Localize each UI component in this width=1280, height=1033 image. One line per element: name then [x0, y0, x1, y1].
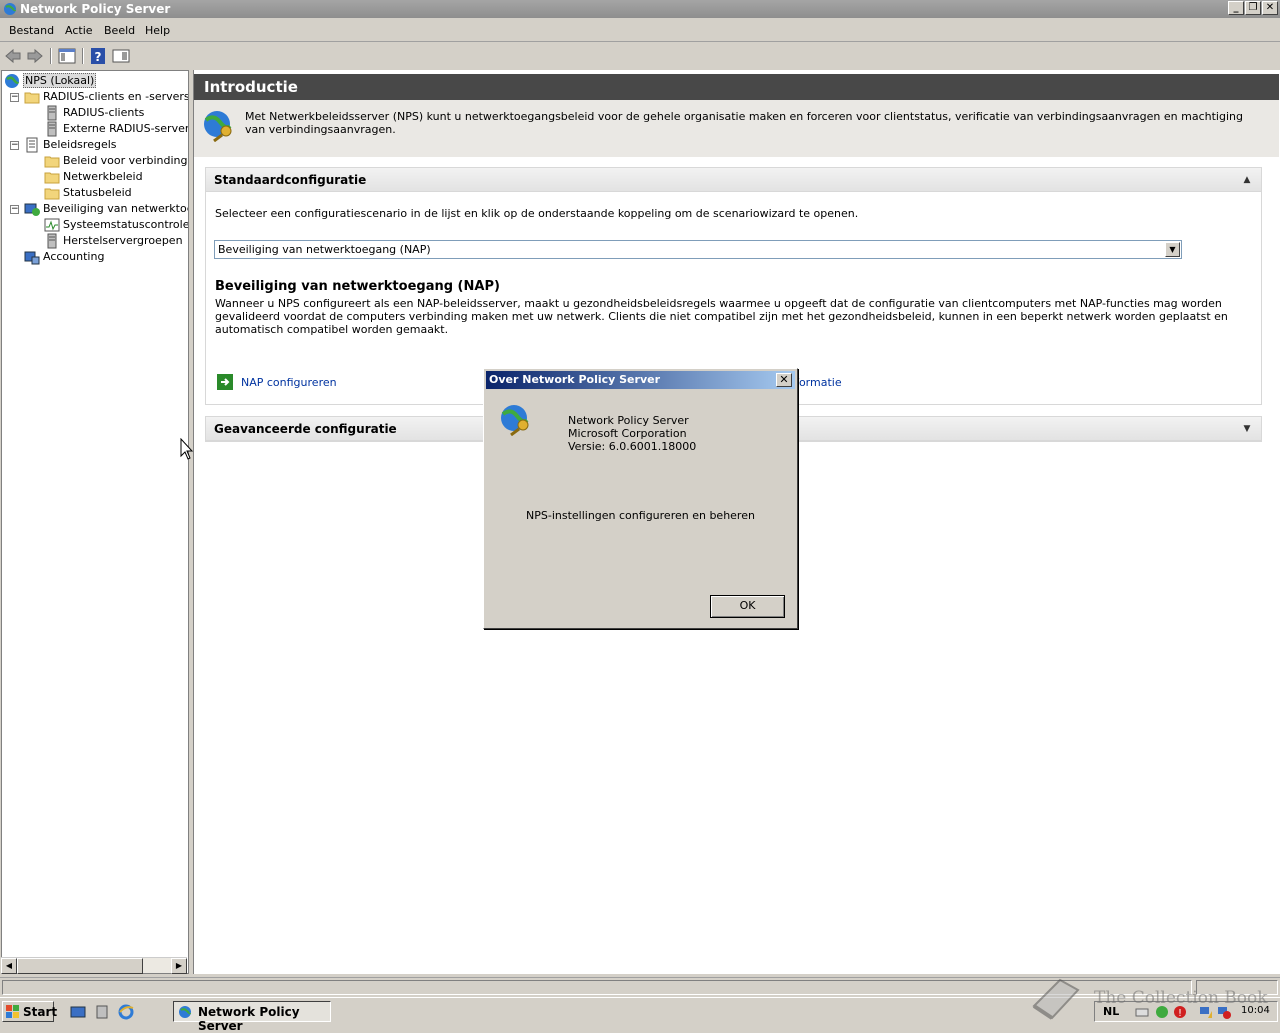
tree-label: Herstelservergroepen: [63, 234, 183, 247]
standard-config-description: Selecteer een configuratiescenario in de…: [215, 207, 859, 220]
scroll-thumb[interactable]: [17, 958, 143, 974]
dropdown-arrow-icon[interactable]: ▼: [1165, 242, 1180, 257]
start-label: Start: [23, 1005, 58, 1019]
intro-header: Introductie: [194, 74, 1279, 100]
tree-label: RADIUS-clients: [63, 106, 145, 119]
back-arrow-icon[interactable]: [3, 47, 23, 65]
version-text: Versie: 6.0.6001.18000: [568, 440, 697, 453]
advanced-config-title: Geavanceerde configuratie: [214, 422, 397, 436]
menu-help[interactable]: Help: [145, 24, 170, 37]
product-description: NPS-instellingen configureren en beheren: [526, 509, 755, 522]
standard-config-header[interactable]: Standaardconfiguratie ▲: [206, 168, 1261, 192]
server-manager-icon[interactable]: [94, 1004, 110, 1020]
folder-icon: [24, 92, 40, 104]
svg-text:!: !: [1178, 1008, 1182, 1019]
nap-heading: Beveiliging van netwerktoegang (NAP): [215, 279, 500, 294]
expand-icon[interactable]: ▼: [1240, 422, 1254, 436]
policy-icon: [26, 137, 38, 153]
tree-label: Beleidsregels: [43, 138, 117, 151]
tree-label: Beveiliging van netwerktoegan: [43, 202, 188, 215]
expand-toggle[interactable]: −: [10, 141, 19, 150]
menu-view[interactable]: Beeld: [104, 24, 135, 37]
title-bar[interactable]: Network Policy Server _ ❐ ✕: [0, 0, 1280, 18]
console-tree[interactable]: NPS (Lokaal) − RADIUS-clients en -server…: [1, 70, 189, 974]
intro-text: Met Netwerkbeleidsserver (NPS) kunt u ne…: [245, 110, 1243, 136]
globe-icon: [5, 74, 20, 88]
collapse-icon[interactable]: ▲: [1240, 173, 1254, 187]
scenario-select[interactable]: Beveiliging van netwerktoegang (NAP) ▼: [214, 240, 1182, 259]
health-monitor-icon: [44, 218, 60, 232]
tree-label: NPS (Lokaal): [23, 73, 97, 88]
tree-label: Beleid voor verbindingsaa: [63, 154, 188, 167]
book-logo-icon: [1032, 978, 1080, 1020]
standard-config-title: Standaardconfiguratie: [214, 173, 367, 187]
tree-label: RADIUS-clients en -servers: [43, 90, 189, 103]
toolbar-separator: [82, 48, 84, 64]
status-bar: [0, 977, 1280, 997]
taskbar-item-label: Network Policy Server: [198, 1005, 300, 1033]
nps-globe-icon: [179, 1006, 191, 1018]
server-group-icon: [47, 121, 57, 137]
nps-globe-key-icon: [501, 405, 529, 436]
show-desktop-icon[interactable]: [70, 1004, 86, 1020]
dialog-title: Over Network Policy Server: [489, 373, 660, 386]
dialog-title-bar[interactable]: Over Network Policy Server ✕: [486, 371, 795, 389]
intro-title: Introductie: [204, 78, 298, 96]
ok-button[interactable]: OK: [710, 595, 785, 618]
expand-toggle[interactable]: −: [10, 205, 19, 214]
show-hide-tree-icon[interactable]: [57, 47, 77, 65]
watermark-text: The Collection Book: [1094, 988, 1268, 1008]
taskbar: Start Network Policy Server NL ! 10:04: [0, 997, 1280, 1033]
intro-description: Met Netwerkbeleidsserver (NPS) kunt u ne…: [194, 100, 1279, 157]
expand-toggle[interactable]: −: [10, 93, 19, 102]
close-button[interactable]: ✕: [1262, 1, 1278, 15]
nps-globe-key-icon: [204, 111, 232, 142]
internet-explorer-icon[interactable]: [118, 1004, 134, 1020]
tree-label: Netwerkbeleid: [63, 170, 143, 183]
scroll-left-arrow-icon[interactable]: ◀: [1, 958, 17, 974]
action-pane-icon[interactable]: [111, 47, 131, 65]
svg-text:?: ?: [95, 50, 102, 64]
about-dialog: Over Network Policy Server ✕ Network Pol…: [483, 368, 798, 629]
windows-logo-icon: [6, 1005, 19, 1018]
toolbar: ?: [0, 44, 1280, 68]
forward-arrow-icon[interactable]: [25, 47, 45, 65]
folder-icon: [44, 172, 60, 184]
toolbar-separator: [50, 48, 52, 64]
company-name: Microsoft Corporation: [568, 427, 687, 440]
tree-label: Accounting: [43, 250, 105, 263]
nap-shield-icon: [24, 203, 40, 216]
status-segment: [2, 980, 1192, 995]
menu-file[interactable]: Bestand: [9, 24, 54, 37]
product-name: Network Policy Server: [568, 414, 689, 427]
menu-bar: Bestand Actie Beeld Help: [0, 20, 1280, 42]
tree-horizontal-scrollbar[interactable]: ◀ ▶: [1, 957, 187, 974]
nap-description: Wanneer u NPS configureert als een NAP-b…: [215, 297, 1228, 336]
tree-label: Systeemstatuscontroles: [63, 218, 189, 231]
mouse-cursor-icon: [180, 438, 194, 460]
menu-action[interactable]: Actie: [65, 24, 93, 37]
tree-label: Externe RADIUS-servergr: [63, 122, 189, 135]
start-button[interactable]: Start: [2, 1001, 58, 1022]
accounting-icon: [24, 251, 40, 265]
folder-icon: [44, 156, 60, 168]
help-icon[interactable]: ?: [88, 47, 108, 65]
dialog-close-button[interactable]: ✕: [776, 373, 792, 387]
maximize-button[interactable]: ❐: [1245, 1, 1261, 15]
taskbar-item-nps[interactable]: Network Policy Server: [173, 1001, 331, 1033]
minimize-button[interactable]: _: [1228, 1, 1244, 15]
nps-globe-icon: [4, 3, 16, 15]
window-title: Network Policy Server: [20, 2, 171, 16]
tree-label: Statusbeleid: [63, 186, 132, 199]
server-icon: [47, 105, 57, 121]
configure-nap-link[interactable]: NAP configureren: [241, 376, 337, 389]
wizard-arrow-icon[interactable]: [217, 374, 233, 390]
scenario-select-value: Beveiliging van netwerktoegang (NAP): [218, 243, 431, 256]
scroll-right-arrow-icon[interactable]: ▶: [171, 958, 187, 974]
folder-icon: [44, 188, 60, 200]
server-icon: [47, 233, 57, 249]
